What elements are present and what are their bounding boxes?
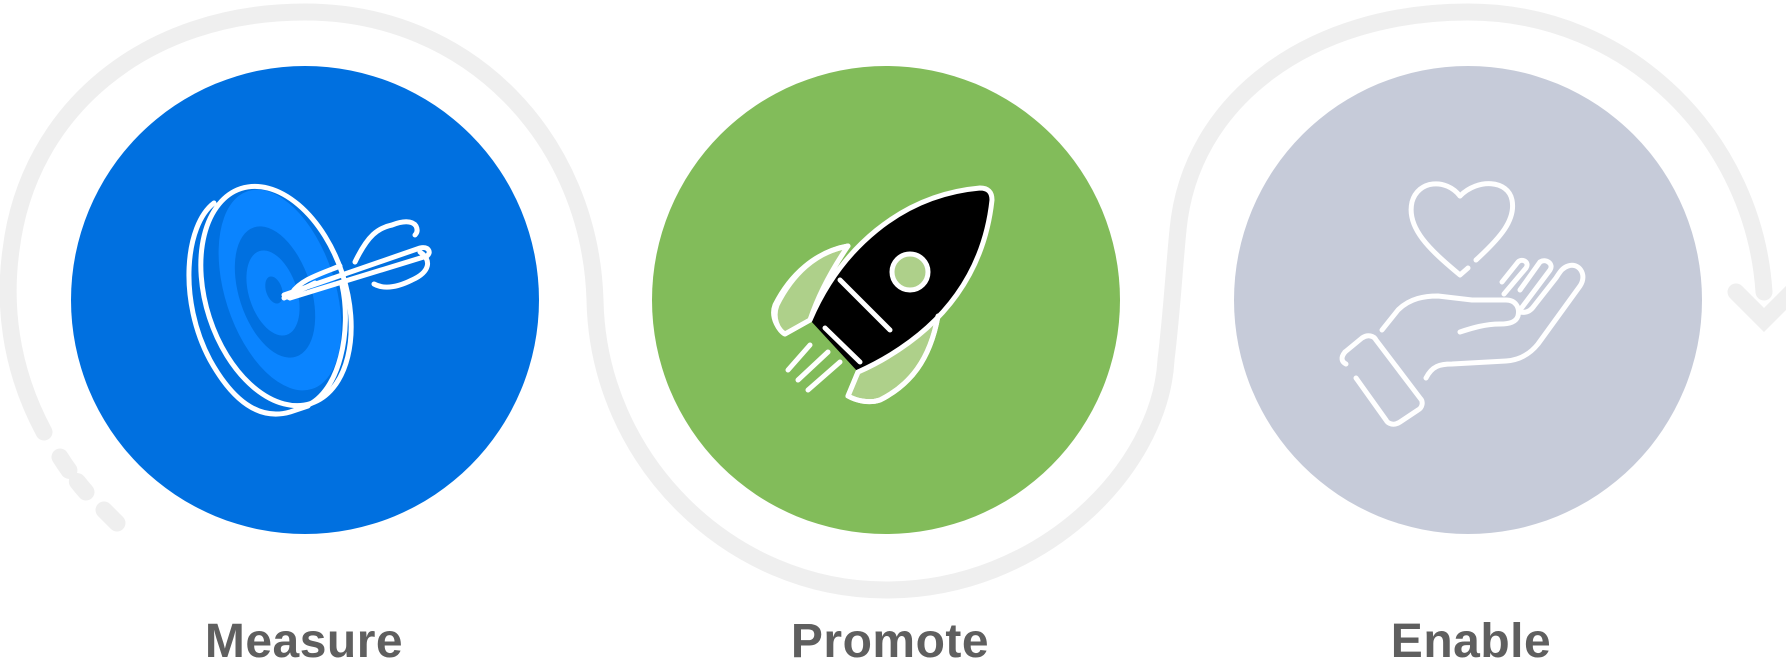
step-label-promote: Promote (790, 615, 990, 668)
step-label-measure: Measure (204, 615, 404, 668)
process-diagram (0, 3, 1786, 599)
step-label-enable: Enable (1390, 615, 1552, 668)
